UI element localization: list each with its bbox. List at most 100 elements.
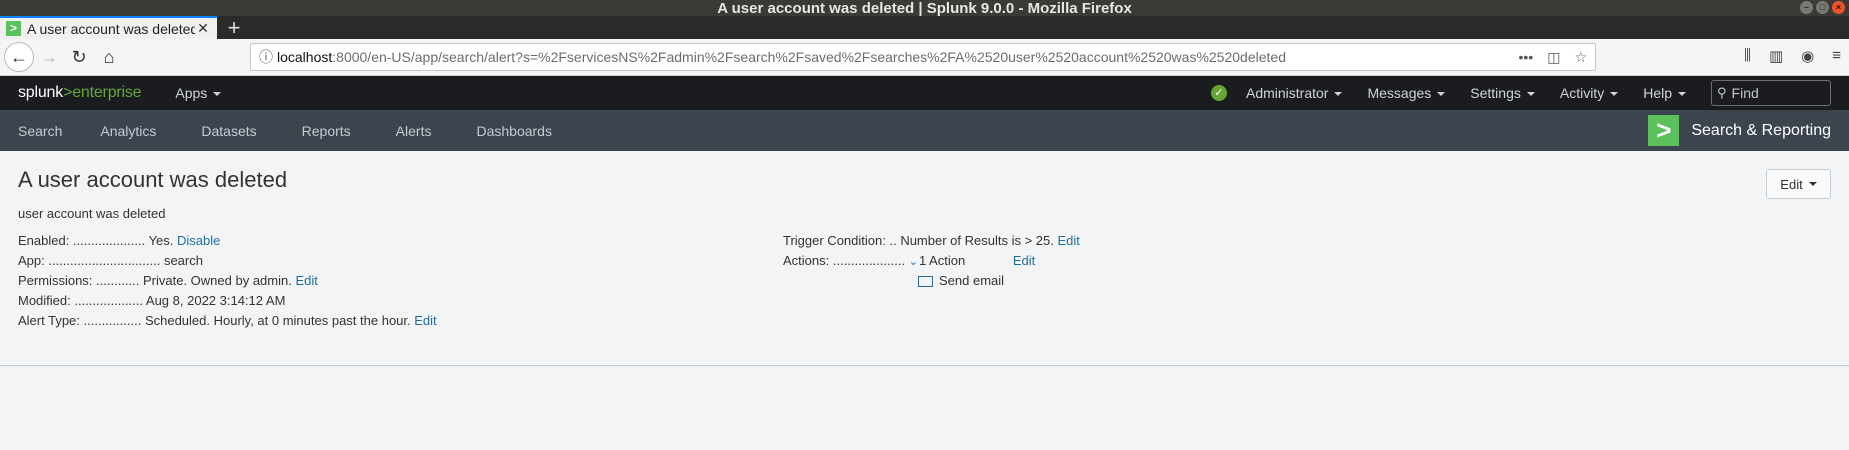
browser-navbar: ← → ↻ ⌂ ⓘ localhost:8000/en-US/app/searc… (0, 39, 1849, 76)
prop-permissions: Permissions: ............ Private. Owned… (18, 271, 437, 291)
menu-label: Messages (1367, 85, 1432, 101)
reload-icon[interactable]: ↻ (64, 42, 94, 72)
browser-tabstrip: > A user account was deleted ✕ + (0, 16, 1849, 39)
tab-close-icon[interactable]: ✕ (195, 20, 211, 37)
caret-down-icon (1610, 92, 1619, 97)
nav-alerts[interactable]: Alerts (396, 123, 432, 139)
prop-value: Aug 8, 2022 3:14:12 AM (145, 293, 286, 308)
prop-key: App: ............................... (18, 253, 161, 268)
action-label: Send email (939, 273, 1005, 288)
apps-label: Apps (175, 85, 208, 101)
app-title[interactable]: > Search & Reporting (1648, 115, 1831, 146)
splunk-top-bar: splunk>enterprise Apps ✓ Administrator M… (0, 76, 1849, 110)
url-host: localhost (277, 49, 333, 65)
nav-datasets[interactable]: Datasets (201, 123, 256, 139)
prop-alert-type: Alert Type: ................ Scheduled. … (18, 311, 437, 331)
email-icon (918, 276, 933, 288)
menu-label: Help (1643, 85, 1672, 101)
nav-search[interactable]: Search (18, 123, 62, 139)
url-actions: ••• ◫ ☆ (1518, 49, 1587, 66)
url-bar[interactable]: ⓘ localhost:8000/en-US/app/search/alert?… (250, 43, 1596, 71)
app-name: Search & Reporting (1691, 121, 1831, 139)
back-arrow-icon[interactable]: ← (4, 42, 34, 72)
menu-activity[interactable]: Activity (1559, 85, 1619, 101)
window-titlebar: A user account was deleted | Splunk 9.0.… (0, 0, 1849, 17)
alert-description: user account was deleted (18, 206, 166, 221)
alert-properties-right: Trigger Condition: .. Number of Results … (783, 231, 1080, 291)
actions-toggle[interactable]: ⌄1 Action (909, 253, 965, 268)
prop-value: Yes. (148, 233, 174, 248)
menu-label: Activity (1559, 85, 1605, 101)
prop-modified: Modified: ................... Aug 8, 202… (18, 291, 437, 311)
prop-app: App: ............................... sea… (18, 251, 437, 271)
site-info-icon[interactable]: ⓘ (259, 47, 277, 67)
prop-actions: Actions: .................... ⌄1 Action … (783, 251, 1080, 271)
prop-value: search (163, 253, 203, 268)
app-bar: Search Analytics Datasets Reports Alerts… (0, 110, 1849, 151)
tab-title: A user account was deleted (27, 20, 195, 37)
logo-product: enterprise (72, 84, 142, 101)
caret-down-icon (1334, 92, 1343, 97)
url-text[interactable]: localhost:8000/en-US/app/search/alert?s=… (277, 49, 1518, 65)
home-icon[interactable]: ⌂ (94, 42, 124, 72)
apps-menu[interactable]: Apps (175, 85, 222, 101)
minimize-icon[interactable]: – (1800, 1, 1813, 14)
divider (0, 365, 1849, 366)
edit-actions-link[interactable]: Edit (1013, 253, 1035, 268)
action-item-email: Send email (783, 271, 1080, 291)
menu-administrator[interactable]: Administrator (1245, 85, 1343, 101)
search-app-icon: > (1648, 115, 1680, 146)
library-icon[interactable]: ⫼ (1744, 47, 1751, 65)
account-icon[interactable]: ◉ (1801, 47, 1814, 65)
alert-properties-left: Enabled: .................... Yes. Disab… (18, 231, 437, 331)
menu-settings[interactable]: Settings (1470, 85, 1535, 101)
menu-label: Administrator (1245, 85, 1329, 101)
disable-link[interactable]: Disable (177, 233, 220, 248)
prop-value: Private. Owned by admin. (143, 273, 292, 288)
prop-key: Trigger Condition: .. (783, 233, 897, 248)
nav-dashboards[interactable]: Dashboards (476, 123, 552, 139)
menu-messages[interactable]: Messages (1367, 85, 1446, 101)
find-placeholder: Find (1731, 85, 1759, 101)
edit-permissions-link[interactable]: Edit (295, 273, 317, 288)
caret-down-icon (213, 92, 222, 97)
prop-key: Permissions: ............ (18, 273, 140, 288)
splunk-favicon-icon: > (6, 21, 21, 36)
nav-analytics[interactable]: Analytics (100, 123, 156, 139)
health-status-icon[interactable]: ✓ (1210, 85, 1227, 101)
find-input[interactable]: ⚲ Find (1711, 80, 1831, 106)
edit-alert-type-link[interactable]: Edit (414, 313, 436, 328)
nav-reports[interactable]: Reports (302, 123, 351, 139)
caret-down-icon (1808, 182, 1817, 186)
prop-key: Actions: .................... (783, 253, 906, 268)
bookmark-star-icon[interactable]: ☆ (1574, 49, 1587, 66)
splunk-logo[interactable]: splunk>enterprise (18, 84, 142, 102)
caret-down-icon (1526, 92, 1535, 97)
alert-content: A user account was deleted user account … (0, 151, 1849, 450)
prop-key: Alert Type: ................ (18, 313, 142, 328)
new-tab-icon[interactable]: + (217, 16, 251, 39)
logo-main: splunk (18, 84, 64, 101)
search-icon: ⚲ (1717, 85, 1727, 100)
sidebar-icon[interactable]: ▥ (1769, 47, 1783, 65)
edit-button[interactable]: Edit (1766, 169, 1831, 199)
url-path: :8000/en-US/app/search/alert?s=%2Fservic… (332, 49, 1286, 65)
edit-trigger-link[interactable]: Edit (1057, 233, 1079, 248)
browser-tab[interactable]: > A user account was deleted ✕ (0, 16, 217, 39)
prop-trigger-condition: Trigger Condition: .. Number of Results … (783, 231, 1080, 251)
page-actions-icon[interactable]: ••• (1518, 49, 1533, 66)
prop-value: Number of Results is > 25. (900, 233, 1054, 248)
window-title: A user account was deleted | Splunk 9.0.… (717, 0, 1132, 17)
maximize-icon[interactable]: □ (1816, 1, 1829, 14)
window-controls: – □ × (1800, 1, 1845, 14)
forward-arrow-icon[interactable]: → (34, 42, 64, 72)
menu-help[interactable]: Help (1643, 85, 1686, 101)
prop-key: Modified: ................... (18, 293, 143, 308)
hamburger-menu-icon[interactable]: ≡ (1832, 47, 1841, 65)
close-window-icon[interactable]: × (1832, 1, 1845, 14)
prop-key: Enabled: .................... (18, 233, 146, 248)
prop-value: Scheduled. Hourly, at 0 minutes past the… (144, 313, 411, 328)
chevron-down-icon: ⌄ (908, 256, 918, 268)
pocket-icon[interactable]: ◫ (1547, 49, 1560, 66)
splunk-right-menus: ✓ Administrator Messages Settings Activi… (1210, 76, 1831, 110)
